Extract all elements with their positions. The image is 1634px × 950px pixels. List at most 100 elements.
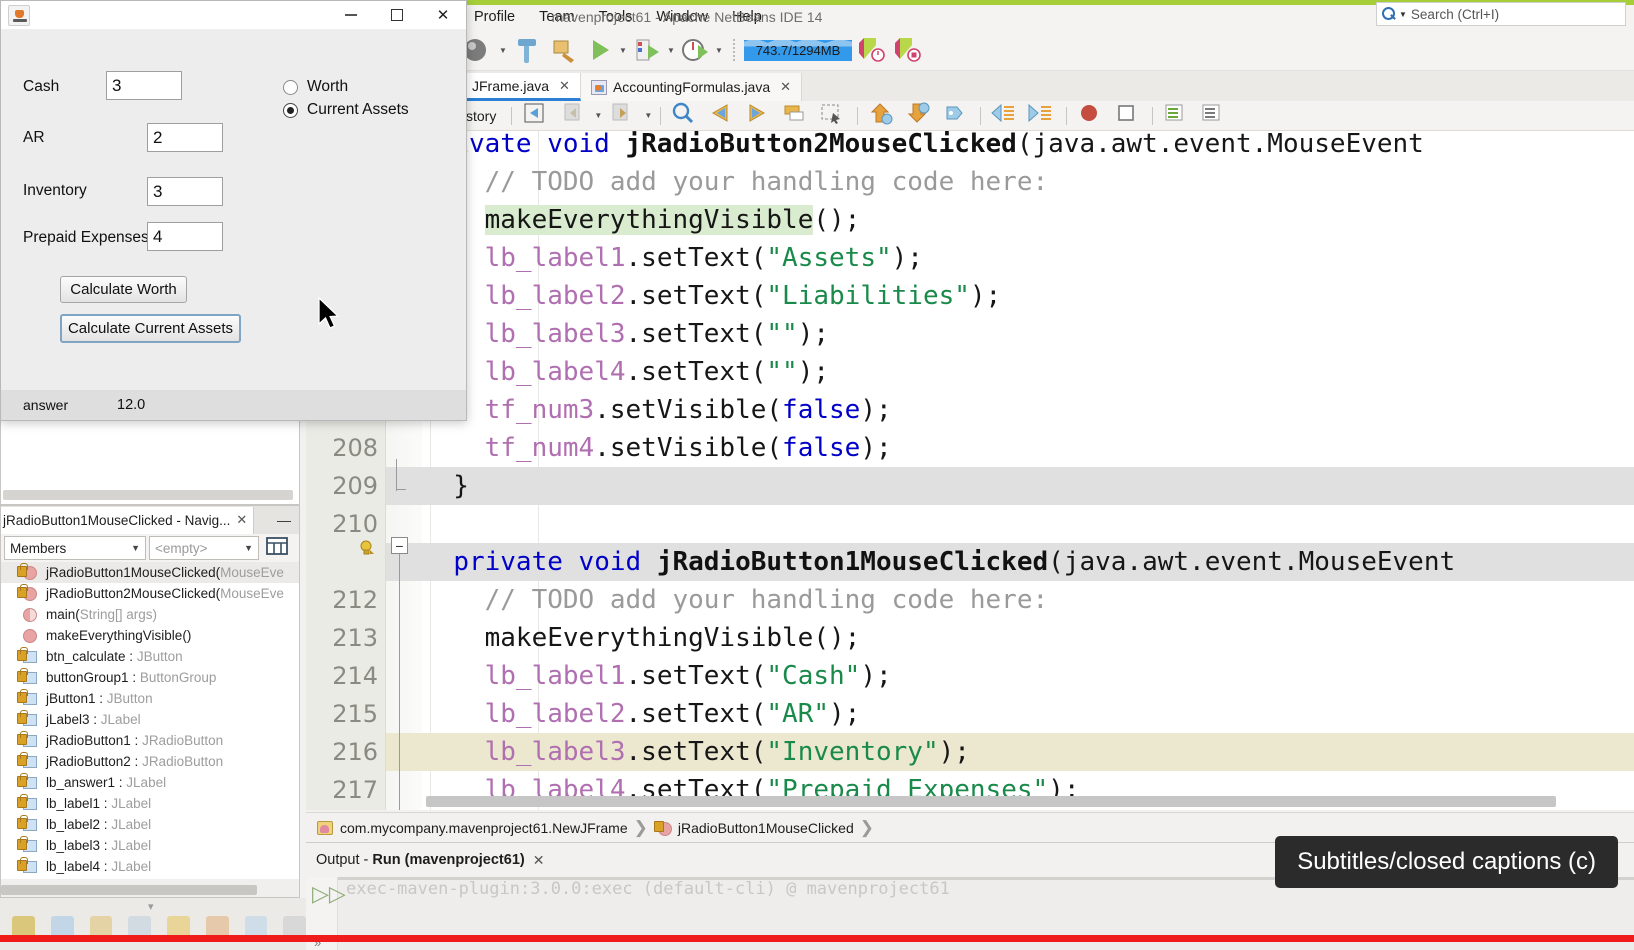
next-bookmark-icon[interactable] (902, 99, 936, 133)
code-line[interactable]: lb_label3.setText(""); (422, 315, 1634, 353)
list-item[interactable]: lb_label3 : JLabel (1, 835, 299, 856)
clean-build-icon[interactable] (546, 33, 580, 67)
start-macro-recording-icon[interactable] (1074, 99, 1108, 133)
shift-left-icon[interactable] (988, 99, 1022, 133)
navigator-horizontal-scrollbar[interactable] (1, 885, 257, 895)
back-navigation-icon[interactable] (556, 99, 590, 133)
chevron-down-icon[interactable]: ▼ (498, 46, 508, 55)
list-item[interactable]: btn_calculate : JButton (1, 646, 299, 667)
app-title-bar[interactable]: ✕ (1, 1, 466, 30)
tab-jframe-java[interactable]: JFrame.java ✕ (462, 73, 581, 101)
navigator-member-list[interactable]: jRadioButton1MouseClicked(MouseEve jRadio… (1, 562, 299, 879)
close-icon[interactable]: ✕ (780, 79, 791, 95)
find-next-icon[interactable] (742, 99, 776, 133)
run-project-icon[interactable] (582, 33, 616, 67)
input-inventory[interactable]: 3 (147, 177, 223, 206)
input-ar[interactable]: 2 (147, 123, 223, 152)
find-selection-icon[interactable] (668, 99, 702, 133)
code-line[interactable]: lb_label4.setText(""); (422, 353, 1634, 391)
code-line[interactable]: tf_num3.setVisible(false); (422, 391, 1634, 429)
compare-view-icon[interactable] (1197, 99, 1231, 133)
code-line[interactable]: private void jRadioButton2MouseClicked(j… (422, 131, 1634, 163)
code-line[interactable]: makeEverythingVisible(); (422, 619, 1634, 657)
list-item[interactable]: jRadioButton1MouseClicked(MouseEve (1, 562, 299, 583)
history-rollback-icon[interactable] (854, 33, 888, 67)
code-line[interactable] (422, 505, 1634, 543)
strip-horizontal-scrollbar[interactable] (3, 490, 293, 500)
list-item[interactable]: buttonGroup1 : ButtonGroup (1, 667, 299, 688)
profile-project-icon[interactable] (678, 33, 712, 67)
code-line[interactable]: // TODO add your handling code here: (422, 581, 1634, 619)
list-item[interactable]: jRadioButton2MouseClicked(MouseEve (1, 583, 299, 604)
hint-bulb-icon[interactable] (358, 539, 376, 557)
toggle-bookmark-icon[interactable] (939, 99, 973, 133)
list-item[interactable]: jRadioButton2 : JRadioButton (1, 751, 299, 772)
code-line[interactable]: private void jRadioButton1MouseClicked(j… (422, 543, 1634, 581)
radio-current-assets[interactable]: Current Assets (283, 101, 409, 119)
input-cash[interactable]: 3 (106, 71, 182, 100)
list-item[interactable]: main(String[] args) (1, 604, 299, 625)
list-item[interactable]: jButton1 : JButton (1, 688, 299, 709)
close-icon[interactable]: ✕ (559, 78, 570, 94)
search-input[interactable]: ▼ Search (Ctrl+I) (1376, 2, 1626, 26)
tab-navigator[interactable]: jRadioButton1MouseClicked - Navig... ✕ (1, 506, 255, 534)
minimize-icon[interactable]: — (277, 512, 299, 528)
list-item[interactable]: jRadioButton1 : JRadioButton (1, 730, 299, 751)
code-line[interactable]: // TODO add your handling code here: (422, 163, 1634, 201)
close-icon[interactable]: ✕ (533, 852, 545, 869)
code-line[interactable]: lb_label1.setText("Cash"); (422, 657, 1634, 695)
code-line[interactable]: lb_label1.setText("Assets"); (422, 239, 1634, 277)
navigator-filter-select[interactable]: Members ▼ (4, 536, 146, 560)
chevron-down-icon[interactable]: ▼ (714, 46, 724, 55)
list-item[interactable]: lb_label1 : JLabel (1, 793, 299, 814)
close-icon[interactable]: ✕ (236, 512, 247, 528)
tab-accountingformulas-java[interactable]: AccountingFormulas.java ✕ (580, 73, 803, 101)
toggle-highlight-icon[interactable] (779, 99, 813, 133)
list-item[interactable]: makeEverythingVisible() (1, 625, 299, 646)
list-item[interactable]: lb_label2 : JLabel (1, 814, 299, 835)
fold-collapse-icon[interactable]: − (391, 537, 408, 554)
code-line[interactable]: makeEverythingVisible(); (422, 201, 1634, 239)
list-item[interactable]: lb_answer1 : JLabel (1, 772, 299, 793)
build-project-icon[interactable] (510, 33, 544, 67)
breadcrumb-class[interactable]: com.mycompany.mavenproject61.NewJFrame (340, 820, 628, 836)
code-editor[interactable]: 208 209 210 212 213 214 215 216 217 − private vo… (306, 131, 1634, 810)
toggle-rect-selection-icon[interactable] (519, 99, 553, 133)
navigator-scope-select[interactable]: <empty> ▼ (149, 536, 259, 560)
debug-project-icon[interactable] (630, 33, 664, 67)
previous-bookmark-icon[interactable] (865, 99, 899, 133)
code-line[interactable]: lb_label2.setText("AR"); (422, 695, 1634, 733)
chevron-down-icon[interactable]: ▼ (1399, 10, 1407, 19)
navigator-view-icon[interactable] (265, 535, 289, 562)
shift-right-icon[interactable] (1025, 99, 1059, 133)
stop-macro-recording-icon[interactable] (1111, 99, 1145, 133)
history-stop-icon[interactable] (890, 33, 924, 67)
chevron-down-icon[interactable]: ▼ (643, 111, 653, 120)
code-line[interactable]: lb_label2.setText("Liabilities"); (422, 277, 1634, 315)
radio-button-icon[interactable] (283, 79, 298, 95)
chevron-down-icon[interactable]: ▼ (618, 46, 628, 55)
tab-output-run[interactable]: Output - Run (mavenproject61) ✕ (316, 852, 544, 869)
rectangular-select-icon[interactable] (816, 99, 850, 133)
maximize-button[interactable] (374, 1, 420, 30)
new-project-icon[interactable] (462, 33, 496, 67)
close-button[interactable]: ✕ (420, 1, 466, 30)
code-text-area[interactable]: private void jRadioButton2MouseClicked(j… (422, 131, 1634, 810)
editor-horizontal-scrollbar[interactable] (426, 796, 1556, 807)
calculate-worth-button[interactable]: Calculate Worth (60, 276, 187, 303)
list-item[interactable]: lb_label4 : JLabel (1, 856, 299, 877)
radio-worth[interactable]: Worth (283, 78, 348, 96)
minimize-button[interactable] (328, 1, 374, 30)
code-line[interactable]: lb_label3.setText("Inventory"); (422, 733, 1634, 771)
input-prepaid-expenses[interactable]: 4 (147, 222, 223, 251)
code-line[interactable]: tf_num4.setVisible(false); (422, 429, 1634, 467)
radio-button-selected-icon[interactable] (283, 102, 298, 118)
memory-indicator[interactable]: 743.7/1294MB (744, 39, 852, 61)
chevron-down-icon[interactable]: ▼ (593, 111, 603, 120)
breadcrumb-method[interactable]: jRadioButton1MouseClicked (678, 820, 854, 836)
find-previous-icon[interactable] (705, 99, 739, 133)
diff-view-icon[interactable] (1160, 99, 1194, 133)
code-line[interactable]: } (422, 467, 1634, 505)
forward-navigation-icon[interactable] (606, 99, 640, 133)
calculate-current-assets-button[interactable]: Calculate Current Assets (60, 314, 241, 343)
